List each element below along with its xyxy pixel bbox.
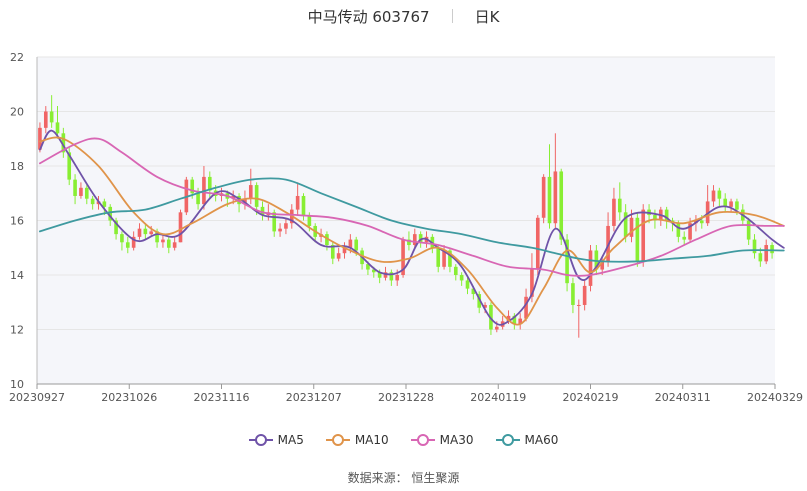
ma60-legend-marker — [495, 434, 520, 446]
candle-body — [576, 304, 581, 306]
chart-legend: MA5 MA10 MA30 MA60 — [0, 433, 807, 447]
legend-label-ma10: MA10 — [354, 433, 389, 447]
data-source: 数据来源： 恒生聚源 — [347, 471, 460, 485]
candle-body — [571, 283, 575, 305]
candle-body — [746, 220, 751, 240]
candle-body — [729, 201, 733, 207]
candle-body — [494, 326, 499, 330]
y-tick-label: 18 — [10, 160, 24, 173]
x-tick-label: 20240119 — [470, 391, 526, 404]
candle-body — [641, 209, 646, 262]
candle-body — [717, 190, 722, 199]
candle-body — [43, 111, 48, 128]
candle-body — [699, 220, 704, 224]
candle-body — [553, 171, 558, 224]
candle-body — [137, 228, 142, 237]
candle-body — [125, 242, 130, 248]
legend-item-ma60[interactable]: MA60 — [495, 433, 559, 447]
candle-body — [541, 176, 546, 218]
x-tick-label: 20240311 — [655, 391, 711, 404]
candle-body — [49, 111, 54, 123]
candle-body — [73, 179, 77, 196]
candle-body — [582, 285, 587, 305]
legend-label-ma5: MA5 — [277, 433, 304, 447]
candle-body — [453, 266, 458, 275]
legend-label-ma60: MA60 — [524, 433, 559, 447]
candle-body — [284, 223, 288, 229]
candle-body — [758, 253, 763, 262]
y-tick-label: 12 — [10, 324, 24, 337]
candle-body — [459, 275, 464, 281]
candle-body — [612, 198, 616, 226]
candle-body — [166, 239, 171, 248]
legend-item-ma10[interactable]: MA10 — [325, 433, 389, 447]
candle-body — [248, 185, 253, 199]
candlestick-chart: 10 12 14 16 18 20 22 20230927 20231026 20231116 20… — [9, 51, 803, 404]
y-tick-label: 16 — [10, 215, 24, 228]
candle-body — [79, 187, 83, 196]
candle-body — [588, 250, 593, 286]
candle-body — [172, 242, 177, 248]
candle-body — [354, 239, 359, 251]
candle-body — [752, 239, 757, 254]
x-tick-label: 20231116 — [194, 391, 250, 404]
candle-body — [120, 234, 124, 243]
candle-body — [770, 245, 774, 254]
candle-body — [196, 193, 200, 205]
y-tick-label: 10 — [10, 378, 24, 391]
candle-body — [295, 195, 300, 210]
candle-body — [635, 217, 640, 262]
candle-body — [301, 195, 306, 216]
candle-body — [412, 234, 417, 246]
candle-body — [559, 171, 564, 240]
x-tick-label: 20231026 — [101, 391, 157, 404]
candle-body — [682, 236, 687, 240]
candle-body — [143, 228, 148, 235]
legend-item-ma5[interactable]: MA5 — [248, 433, 304, 447]
candle-body — [711, 190, 716, 202]
ma10-legend-marker — [325, 434, 350, 446]
y-tick-label: 20 — [10, 106, 24, 119]
candle-body — [149, 231, 154, 235]
x-tick-label: 20231228 — [378, 391, 434, 404]
candle-body — [735, 201, 739, 210]
ma30-legend-marker — [410, 434, 435, 446]
candle-body — [617, 198, 622, 213]
candle-body — [161, 239, 165, 243]
candle-body — [535, 217, 540, 270]
y-tick-label: 14 — [10, 269, 24, 282]
x-tick-label: 20240329 — [747, 391, 803, 404]
candle-body — [395, 275, 400, 281]
candle-body — [676, 223, 681, 237]
candle-body — [55, 122, 60, 134]
candle-body — [254, 185, 259, 207]
ma5-legend-marker — [248, 434, 273, 446]
candle-body — [336, 253, 341, 259]
legend-label-ma30: MA30 — [439, 433, 474, 447]
candle-body — [272, 212, 277, 232]
x-tick-label: 20231207 — [286, 391, 342, 404]
candle-body — [436, 247, 441, 267]
x-tick-label: 20230927 — [9, 391, 65, 404]
candle-body — [84, 187, 89, 199]
candle-body — [547, 176, 552, 224]
candle-body — [278, 228, 282, 232]
candle-body — [178, 212, 183, 243]
legend-item-ma30[interactable]: MA30 — [410, 433, 474, 447]
x-tick-label: 20240219 — [563, 391, 619, 404]
candle-body — [90, 198, 95, 205]
candle-body — [764, 245, 769, 262]
y-tick-label: 22 — [10, 51, 24, 64]
candle-body — [465, 280, 470, 289]
